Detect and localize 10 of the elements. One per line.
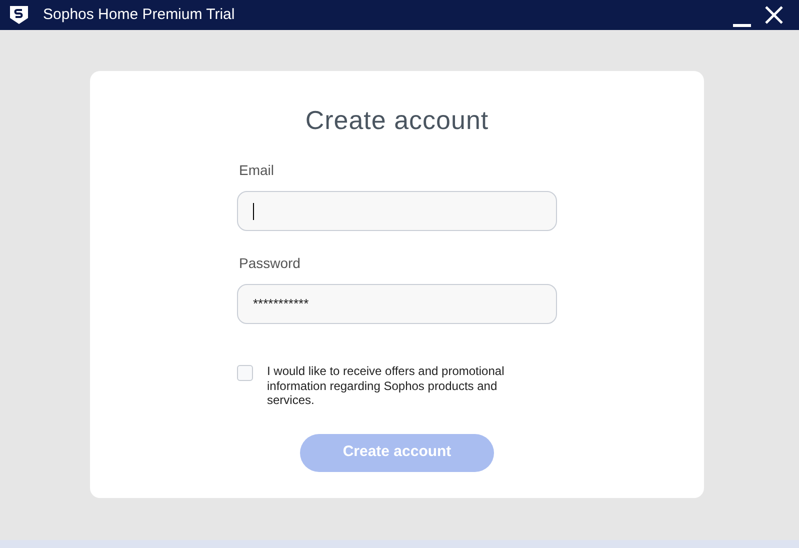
- consent-text: I would like to receive offers and promotional information regarding Sophos products and services.: [267, 364, 506, 408]
- field-label: Password: [239, 254, 300, 273]
- close-icon[interactable]: [765, 6, 783, 24]
- window-title: Sophos Home Premium Trial: [43, 4, 235, 25]
- input-field[interactable]: [237, 191, 557, 231]
- input-field[interactable]: ***********: [237, 284, 557, 324]
- checkbox[interactable]: [237, 365, 253, 381]
- shield-icon: [9, 5, 29, 25]
- form-heading: Create account: [305, 104, 489, 137]
- field-label: Email: [239, 161, 274, 180]
